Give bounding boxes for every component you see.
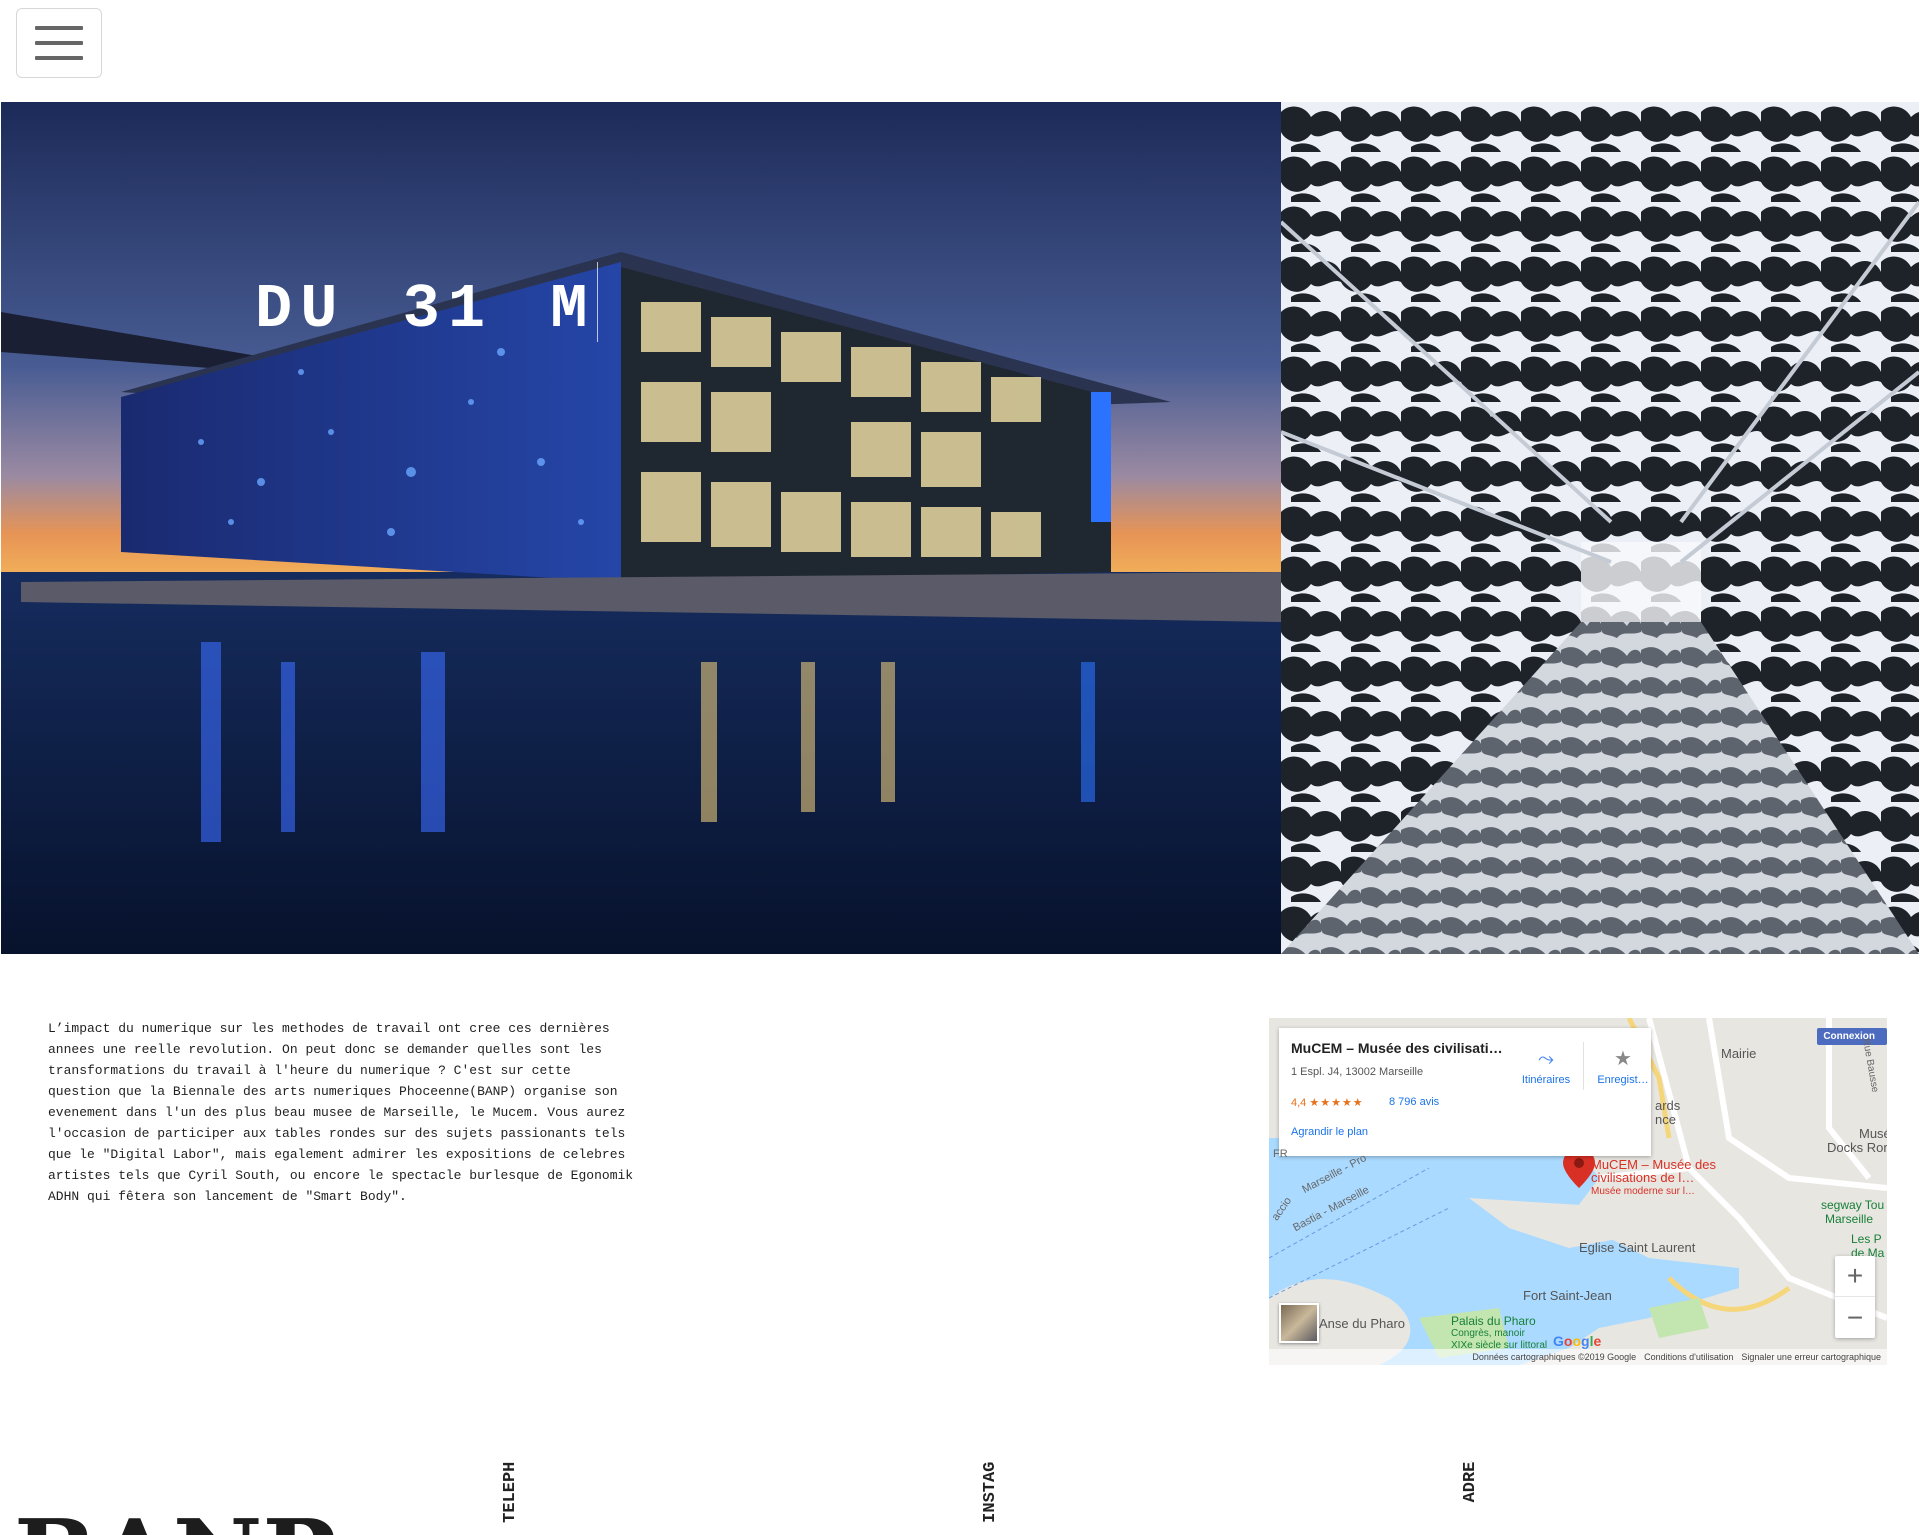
place-address: 1 Espl. J4, 13002 Marseille [1291, 1066, 1424, 1078]
save-label: Enregist… [1597, 1074, 1649, 1086]
footer-label-telephone: TELEPHONE [501, 1461, 520, 1523]
reviews-link[interactable]: 8 796 avis [1389, 1096, 1439, 1108]
map-label-segway-2: Marseille [1825, 1212, 1874, 1226]
map-label-ards: ards [1655, 1098, 1681, 1113]
poi-sublabel: Musée moderne sur l… [1591, 1186, 1695, 1197]
map-label-eglise: Eglise Saint Laurent [1579, 1240, 1696, 1255]
map-label-palais-pharo: Palais du Pharo [1451, 1314, 1536, 1328]
map-zoom-controls: + − [1835, 1256, 1875, 1338]
footer-label-instagram: INSTAGRAM [981, 1461, 1000, 1523]
map-label-mairie: Mairie [1721, 1046, 1757, 1061]
map-label-fr: FR [1273, 1148, 1288, 1160]
star-icon: ★ [1614, 1048, 1632, 1070]
google-map-embed[interactable]: MuCEM – Musée des civilisati… 1 Espl. J4… [1269, 1018, 1887, 1365]
hamburger-icon-line [35, 56, 83, 60]
directions-icon: ⤳ [1538, 1048, 1554, 1070]
poi-label-mucem[interactable]: MuCEM – Musée des civilisations de l… [1591, 1158, 1716, 1184]
satellite-view-thumbnail[interactable] [1279, 1303, 1319, 1343]
rating-stars-icon: ★★★★★ [1309, 1097, 1364, 1109]
menu-toggle-button[interactable] [16, 8, 102, 78]
google-logo: Google [1553, 1333, 1602, 1349]
map-label-docks: Docks Ror [1827, 1140, 1887, 1155]
hamburger-icon-line [35, 41, 83, 45]
event-description: L’impact du numerique sur les methodes d… [48, 1021, 634, 1204]
map-label-les-p: Les P [1851, 1232, 1882, 1246]
brand-logo-text: BANP [14, 1508, 336, 1535]
place-rating: 4,4 ★★★★★ [1291, 1096, 1364, 1109]
map-label-pharo-sub1: Congrès, manoir [1451, 1328, 1525, 1339]
map-terms-link[interactable]: Conditions d'utilisation [1644, 1352, 1733, 1362]
save-button[interactable]: ★ Enregist… [1584, 1048, 1662, 1086]
directions-button[interactable]: ⤳ Itinéraires [1507, 1048, 1585, 1086]
enlarge-map-link[interactable]: Agrandir le plan [1291, 1126, 1368, 1138]
hero-title: DU 31 M [255, 262, 599, 345]
place-name[interactable]: MuCEM – Musée des civilisati… [1291, 1040, 1506, 1056]
hero-image-lattice-walkway [1281, 102, 1919, 954]
connexion-button[interactable]: Connexion [1817, 1028, 1887, 1045]
map-label-musee: Musé [1859, 1126, 1887, 1141]
map-footer: Données cartographiques ©2019 Google Con… [1269, 1349, 1887, 1365]
map-data-credit: Données cartographiques ©2019 Google [1472, 1352, 1637, 1362]
zoom-out-button[interactable]: − [1835, 1297, 1875, 1338]
hamburger-icon-line [35, 26, 83, 30]
rating-value: 4,4 [1291, 1097, 1307, 1109]
directions-label: Itinéraires [1521, 1074, 1571, 1086]
footer-label-adresse: ADRESSE [1461, 1461, 1480, 1503]
hero-image-mucem-night: DU 31 M [1, 102, 1281, 954]
map-report-link[interactable]: Signaler une erreur cartographique [1741, 1352, 1881, 1362]
map-label-nce: nce [1655, 1112, 1676, 1127]
map-label-anse-pharo: Anse du Pharo [1319, 1316, 1406, 1331]
map-label-fort: Fort Saint-Jean [1523, 1288, 1612, 1303]
map-label-segway: segway Tou [1821, 1198, 1885, 1212]
hero-banner: DU 31 M [1, 102, 1919, 954]
map-place-card: MuCEM – Musée des civilisati… 1 Espl. J4… [1279, 1028, 1651, 1156]
zoom-in-button[interactable]: + [1835, 1256, 1875, 1297]
